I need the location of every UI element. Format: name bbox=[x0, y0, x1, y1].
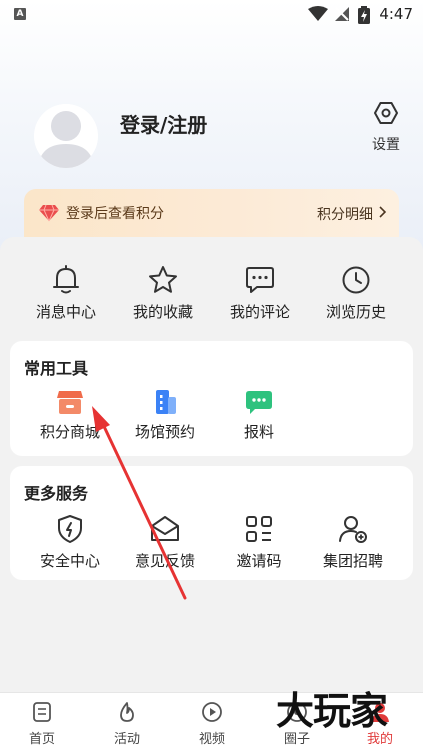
points-banner[interactable]: 登录后查看积分 积分明细 bbox=[24, 189, 399, 237]
points-mall-button[interactable]: 积分商城 bbox=[22, 389, 118, 442]
building-icon bbox=[156, 390, 176, 414]
nav-label: 视频 bbox=[198, 732, 225, 747]
clock-icon bbox=[342, 266, 370, 294]
report-tip-button[interactable]: 报料 bbox=[211, 389, 307, 442]
quick-action-label: 我的评论 bbox=[229, 303, 290, 321]
quick-action-label: 浏览历史 bbox=[325, 303, 386, 321]
service-label: 邀请码 bbox=[236, 552, 282, 570]
feedback-button[interactable]: 意见反馈 bbox=[117, 514, 213, 571]
security-center-button[interactable]: 安全中心 bbox=[22, 514, 118, 571]
user-add-icon bbox=[339, 516, 367, 543]
service-label: 意见反馈 bbox=[134, 552, 195, 570]
battery-charging-icon bbox=[358, 6, 370, 24]
signal-off-icon bbox=[335, 7, 349, 21]
nav-home[interactable]: 首页 bbox=[12, 701, 72, 747]
tool-label: 报料 bbox=[243, 423, 274, 441]
bell-icon bbox=[53, 265, 79, 294]
nav-activity[interactable]: 活动 bbox=[97, 701, 157, 747]
qr-icon bbox=[246, 516, 272, 542]
section-title: 常用工具 bbox=[24, 359, 89, 378]
shop-icon bbox=[57, 391, 83, 414]
common-tools-card: 常用工具 积分商城 场馆预约 报料 bbox=[10, 341, 413, 456]
quick-action-label: 消息中心 bbox=[35, 303, 96, 321]
tool-label: 场馆预约 bbox=[134, 423, 195, 441]
points-login-hint: 登录后查看积分 bbox=[66, 206, 164, 222]
shield-icon bbox=[58, 515, 82, 543]
gear-icon bbox=[374, 102, 398, 124]
venue-booking-button[interactable]: 场馆预约 bbox=[117, 389, 213, 442]
star-icon bbox=[149, 266, 177, 293]
clock-time: 4:47 bbox=[379, 5, 413, 23]
envelope-icon bbox=[151, 516, 179, 541]
diamond-icon bbox=[39, 204, 59, 222]
status-bar: A 4:47 bbox=[0, 0, 423, 30]
avatar[interactable] bbox=[34, 104, 98, 168]
home-icon bbox=[33, 702, 51, 722]
more-services-card: 更多服务 安全中心 意见反馈 邀请码 集团招聘 bbox=[10, 466, 413, 580]
tool-label: 积分商城 bbox=[39, 423, 100, 441]
chevron-right-icon bbox=[379, 206, 387, 218]
invite-code-button[interactable]: 邀请码 bbox=[211, 514, 307, 571]
service-label: 安全中心 bbox=[39, 552, 100, 570]
comment-icon bbox=[246, 267, 274, 293]
quick-action-label: 我的收藏 bbox=[132, 303, 193, 321]
service-label: 集团招聘 bbox=[322, 552, 383, 570]
play-icon bbox=[202, 702, 222, 722]
settings-label: 设置 bbox=[372, 137, 400, 153]
nav-video[interactable]: 视频 bbox=[182, 701, 242, 747]
default-avatar-icon bbox=[34, 104, 98, 168]
browse-history-button[interactable]: 浏览历史 bbox=[308, 265, 404, 322]
message-center-button[interactable]: 消息中心 bbox=[18, 265, 114, 322]
nav-label: 首页 bbox=[28, 732, 55, 747]
my-comments-button[interactable]: 我的评论 bbox=[212, 265, 308, 322]
my-favorites-button[interactable]: 我的收藏 bbox=[115, 265, 211, 322]
quick-actions-row: 消息中心 我的收藏 我的评论 浏览历史 bbox=[0, 265, 423, 325]
app-notification-icon: A bbox=[14, 8, 26, 20]
nav-label: 活动 bbox=[113, 732, 140, 747]
settings-button[interactable]: 设置 bbox=[368, 100, 404, 154]
wifi-icon bbox=[308, 6, 328, 21]
section-title: 更多服务 bbox=[24, 484, 89, 503]
points-detail-link[interactable]: 积分明细 bbox=[317, 204, 373, 224]
group-recruitment-button[interactable]: 集团招聘 bbox=[305, 514, 401, 571]
login-register-link[interactable]: 登录/注册 bbox=[120, 109, 207, 138]
flame-icon bbox=[120, 702, 134, 722]
site-watermark: 大玩家 bbox=[276, 688, 388, 733]
message-icon bbox=[246, 391, 272, 414]
